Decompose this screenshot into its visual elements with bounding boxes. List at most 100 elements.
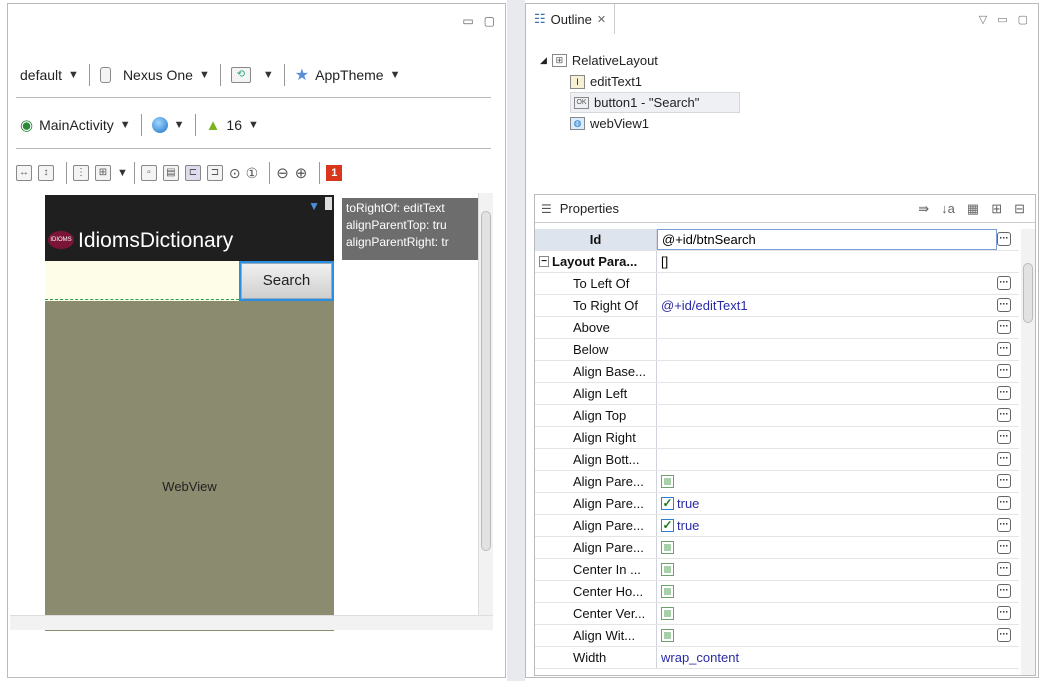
- checkbox[interactable]: ✓: [661, 519, 674, 532]
- property-row[interactable]: Align Right ···: [535, 427, 1019, 449]
- checkbox[interactable]: [661, 607, 674, 620]
- zoom-actual-icon[interactable]: ①: [246, 165, 259, 182]
- checkbox[interactable]: ✓: [661, 497, 674, 510]
- orientation-dropdown[interactable]: ⟲ ▼: [227, 67, 278, 83]
- expand-all-icon[interactable]: ⊞: [991, 201, 1002, 217]
- ellipsis-button[interactable]: ···: [997, 298, 1011, 312]
- ellipsis-button[interactable]: ···: [997, 584, 1011, 598]
- app-theme-dropdown[interactable]: ★ AppTheme ▼: [291, 65, 405, 85]
- property-row[interactable]: Align Pare... ✓ true ···: [535, 515, 1019, 537]
- fill-width-icon[interactable]: ↔: [16, 165, 32, 181]
- webview-area[interactable]: WebView: [45, 301, 334, 631]
- scroll-thumb[interactable]: [1023, 263, 1033, 323]
- scroll-thumb[interactable]: [481, 211, 491, 551]
- sort-az-icon[interactable]: ↓a: [941, 201, 955, 217]
- checkbox[interactable]: [661, 629, 674, 642]
- horizontal-scrollbar[interactable]: [10, 615, 493, 630]
- property-value[interactable]: [657, 559, 997, 580]
- ellipsis-button[interactable]: ···: [997, 320, 1011, 334]
- collapse-icon[interactable]: −: [539, 256, 549, 267]
- property-row[interactable]: Center Ver... ···: [535, 603, 1019, 625]
- property-value[interactable]: [657, 405, 997, 426]
- ellipsis-button[interactable]: ···: [997, 430, 1011, 444]
- ellipsis-button[interactable]: ···: [997, 606, 1011, 620]
- layout-select-icon[interactable]: ⊏: [184, 165, 201, 181]
- chevron-down-icon[interactable]: ▼: [117, 167, 128, 179]
- ellipsis-button[interactable]: ···: [997, 408, 1011, 422]
- advanced-icon[interactable]: ▦: [967, 201, 979, 217]
- property-row[interactable]: Width wrap_content: [535, 647, 1019, 669]
- checkbox[interactable]: [661, 563, 674, 576]
- checkbox[interactable]: [661, 585, 674, 598]
- property-value[interactable]: [657, 537, 997, 558]
- ellipsis-button[interactable]: ···: [997, 474, 1011, 488]
- property-row-id[interactable]: Id @+id/btnSearch ···: [535, 229, 1019, 251]
- property-row[interactable]: Above ···: [535, 317, 1019, 339]
- minimize-icon[interactable]: ▭: [462, 14, 473, 28]
- checkbox[interactable]: [661, 475, 674, 488]
- tree-node-edittext[interactable]: I editText1: [540, 71, 900, 92]
- layout-margins-icon[interactable]: ⋮: [73, 165, 89, 181]
- property-row[interactable]: Align Base... ···: [535, 361, 1019, 383]
- error-badge[interactable]: 1: [326, 165, 343, 181]
- device-dropdown[interactable]: Nexus One ▼: [96, 67, 214, 83]
- property-value[interactable]: [657, 603, 997, 624]
- property-value[interactable]: ✓ true: [657, 493, 997, 514]
- view-menu-icon[interactable]: ▽: [979, 13, 987, 26]
- checkbox[interactable]: [661, 541, 674, 554]
- property-value[interactable]: [657, 625, 997, 646]
- zoom-out-icon[interactable]: ⊖: [276, 164, 289, 182]
- property-row[interactable]: To Right Of @+id/editText1 ···: [535, 295, 1019, 317]
- zoom-fit-icon[interactable]: ⊙: [229, 165, 241, 182]
- activity-dropdown[interactable]: ◉ MainActivity ▼: [16, 116, 135, 134]
- ellipsis-button[interactable]: ···: [997, 562, 1011, 576]
- ellipsis-button[interactable]: ···: [997, 364, 1011, 378]
- tab-outline[interactable]: ☷ Outline ✕: [526, 4, 616, 34]
- property-row[interactable]: Align Top ···: [535, 405, 1019, 427]
- property-value[interactable]: [657, 471, 997, 492]
- property-value[interactable]: wrap_content: [657, 647, 1019, 668]
- property-value[interactable]: [657, 449, 997, 470]
- ellipsis-button[interactable]: ···: [997, 452, 1011, 466]
- close-icon[interactable]: ✕: [597, 13, 606, 26]
- minimize-icon[interactable]: ▭: [997, 13, 1007, 26]
- property-row[interactable]: Align Left ···: [535, 383, 1019, 405]
- ellipsis-button[interactable]: ···: [997, 276, 1011, 290]
- search-button-preview[interactable]: Search: [239, 261, 334, 301]
- collapse-all-icon[interactable]: ⊟: [1014, 201, 1025, 217]
- ellipsis-button[interactable]: ···: [997, 232, 1011, 246]
- property-value[interactable]: [657, 361, 997, 382]
- property-group-layout-params[interactable]: − Layout Para... []: [535, 251, 1019, 273]
- property-row[interactable]: Align Pare... ✓ true ···: [535, 493, 1019, 515]
- property-value[interactable]: [657, 339, 997, 360]
- property-row[interactable]: Center In ... ···: [535, 559, 1019, 581]
- property-row[interactable]: Align Pare... ···: [535, 537, 1019, 559]
- locale-dropdown[interactable]: ▼: [148, 117, 189, 133]
- tree-node-button-selected[interactable]: OK button1 - "Search": [570, 92, 740, 113]
- ellipsis-button[interactable]: ···: [997, 386, 1011, 400]
- maximize-icon[interactable]: ▢: [484, 14, 495, 28]
- property-value[interactable]: [657, 581, 997, 602]
- ellipsis-button[interactable]: ···: [997, 342, 1011, 356]
- expand-triangle-icon[interactable]: ◢: [540, 55, 547, 66]
- property-row[interactable]: Align Pare... ···: [535, 471, 1019, 493]
- zoom-in-icon[interactable]: ⊕: [295, 164, 308, 182]
- id-value-input[interactable]: @+id/btnSearch: [657, 229, 997, 250]
- tree-node-webview[interactable]: ◍ webView1: [540, 113, 900, 134]
- vertical-scrollbar[interactable]: [478, 193, 493, 615]
- align-center-icon[interactable]: ▤: [162, 165, 179, 181]
- ellipsis-button[interactable]: ···: [997, 540, 1011, 554]
- tree-node-root[interactable]: ◢ ⊞ RelativeLayout: [540, 50, 900, 71]
- property-row[interactable]: Center Ho... ···: [535, 581, 1019, 603]
- property-row[interactable]: Align Bott... ···: [535, 449, 1019, 471]
- property-row[interactable]: To Left Of ···: [535, 273, 1019, 295]
- property-row[interactable]: Align Wit... ···: [535, 625, 1019, 647]
- maximize-icon[interactable]: ▢: [1018, 13, 1028, 26]
- property-row[interactable]: Below ···: [535, 339, 1019, 361]
- layout-grid-icon[interactable]: ⊞: [95, 165, 111, 181]
- property-value[interactable]: [657, 317, 997, 338]
- property-value[interactable]: [657, 383, 997, 404]
- property-value[interactable]: ✓ true: [657, 515, 997, 536]
- ellipsis-button[interactable]: ···: [997, 628, 1011, 642]
- api-level-dropdown[interactable]: ▲ 16 ▼: [202, 117, 263, 134]
